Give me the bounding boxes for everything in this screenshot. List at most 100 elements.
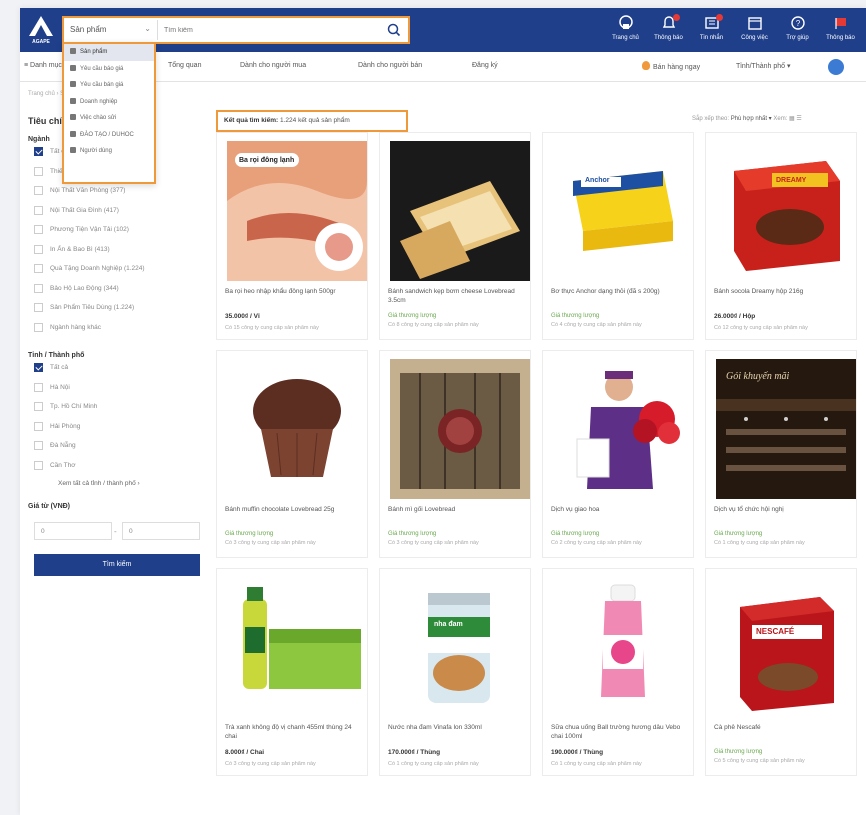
- product-image[interactable]: nha đam: [390, 577, 530, 717]
- product-card[interactable]: Ba rọi đông lạnh Ba rọi heo nhập khẩu đôn…: [216, 132, 368, 340]
- product-image[interactable]: [390, 141, 530, 281]
- product-card[interactable]: Dịch vụ giao hoa Giá thương lượng Có 2 côn…: [542, 350, 694, 558]
- top-icon-messages[interactable]: Tin nhắn: [690, 14, 733, 48]
- industry-option[interactable]: Nội Thất Gia Đình (417): [28, 202, 208, 222]
- product-image[interactable]: [227, 577, 367, 717]
- product-card[interactable]: Bánh muffin chocolate Lovebread 25g Giá t…: [216, 350, 368, 558]
- product-name[interactable]: Cà phê Nescafé: [714, 723, 852, 732]
- product-card[interactable]: Sữa chua uống Ball trường hương dâu Vebo…: [542, 568, 694, 776]
- logo[interactable]: AGAPE: [26, 14, 56, 48]
- nav-item-categories[interactable]: ≡ Danh mục: [24, 62, 62, 69]
- dropdown-item-quote-requests[interactable]: Yêu cầu báo giá: [64, 61, 154, 78]
- product-supplier-count: Có 3 công ty cung cấp sản phẩm này: [225, 761, 316, 767]
- product-card[interactable]: NESCAFÉ Cà phê Nescafé Giá thương lượng Có …: [705, 568, 857, 776]
- globe-icon[interactable]: [828, 59, 844, 75]
- top-icon-flag[interactable]: Thông báo: [819, 14, 862, 48]
- search-category-select[interactable]: Sản phẩm ⌄: [66, 20, 158, 40]
- checkbox[interactable]: [34, 186, 43, 195]
- product-name[interactable]: Bơ thực Anchor dạng thỏi (đã s 200g): [551, 287, 689, 296]
- checkbox[interactable]: [34, 363, 43, 372]
- product-name[interactable]: Dịch vụ giao hoa: [551, 505, 689, 514]
- checkbox[interactable]: [34, 421, 43, 431]
- product-name[interactable]: Nước nha đam Vinafa lon 330ml: [388, 723, 526, 732]
- checkbox[interactable]: [34, 147, 43, 156]
- industry-option[interactable]: Sản Phẩm Tiêu Dùng (1.224): [28, 299, 208, 319]
- product-card[interactable]: Anchor Bơ thực Anchor dạng thỏi (đã s 200…: [542, 132, 694, 340]
- checkbox[interactable]: [34, 441, 43, 450]
- search-input[interactable]: [164, 20, 374, 40]
- industry-option[interactable]: Bảo Hộ Lao Động (344): [28, 280, 208, 300]
- search-button[interactable]: [384, 20, 404, 40]
- price-from-input[interactable]: 0: [34, 522, 112, 540]
- checkbox[interactable]: [34, 382, 43, 392]
- nav-item-buyers[interactable]: Dành cho người mua: [240, 62, 306, 69]
- product-name[interactable]: Dịch vụ tổ chức hội nghị: [714, 505, 852, 514]
- more-cities-link[interactable]: Xem tất cả tỉnh / thành phố ›: [28, 480, 208, 487]
- product-card[interactable]: DREAMY Bánh socola Dreamy hộp 216g 26.000₫…: [705, 132, 857, 340]
- checkbox[interactable]: [34, 303, 43, 312]
- checkbox[interactable]: [34, 225, 43, 234]
- product-name[interactable]: Bánh mì gối Lovebread: [388, 505, 526, 514]
- product-image[interactable]: Anchor: [553, 141, 693, 281]
- product-image[interactable]: Ba rọi đông lạnh: [227, 141, 367, 281]
- product-image[interactable]: [553, 359, 693, 499]
- dropdown-item-sell-requests[interactable]: Yêu cầu bán giá: [64, 77, 154, 94]
- industry-option[interactable]: Nội Thất Văn Phòng (377): [28, 182, 208, 202]
- list-view-icon[interactable]: ☰: [796, 116, 801, 122]
- nav-item-overview[interactable]: Tổng quan: [168, 62, 201, 69]
- industry-option[interactable]: Ngành hàng khác: [28, 319, 208, 339]
- dropdown-item-training[interactable]: ĐÀO TẠO / DUHOC: [64, 127, 154, 144]
- industry-option[interactable]: Quà Tặng Doanh Nghiệp (1.224): [28, 260, 208, 280]
- top-icon-home[interactable]: Trang chủ: [604, 14, 647, 48]
- sell-now-link[interactable]: Bán hàng ngay: [642, 61, 722, 74]
- top-icon-notifications[interactable]: Thông báo: [647, 14, 690, 48]
- filter-search-button[interactable]: Tìm kiếm: [34, 554, 200, 576]
- top-icon-work[interactable]: Công việc: [733, 14, 776, 48]
- nav-item-register[interactable]: Đăng ký: [472, 62, 498, 69]
- checkbox[interactable]: [34, 205, 43, 215]
- checkbox[interactable]: [34, 244, 43, 254]
- product-image[interactable]: Gói khuyến mãi: [716, 359, 856, 499]
- top-icon-help[interactable]: ? Trợ giúp: [776, 14, 819, 48]
- product-image[interactable]: [390, 359, 530, 499]
- product-name[interactable]: Bánh muffin chocolate Lovebread 25g: [225, 505, 363, 514]
- sell-icon: [70, 81, 76, 87]
- industry-option[interactable]: Phương Tiện Vận Tải (102): [28, 221, 208, 241]
- product-name[interactable]: Trà xanh không độ vị chanh 455ml thùng 2…: [225, 723, 363, 741]
- city-option[interactable]: Hải Phòng: [28, 418, 208, 438]
- product-image[interactable]: [227, 359, 367, 499]
- nav-item-sellers[interactable]: Dành cho người bán: [358, 62, 422, 69]
- checkbox[interactable]: [34, 402, 43, 411]
- product-name[interactable]: Ba rọi heo nhập khẩu đông lạnh 500gr: [225, 287, 363, 296]
- checkbox[interactable]: [34, 322, 43, 332]
- product-card[interactable]: nha đam Nước nha đam Vinafa lon 330ml 170.…: [379, 568, 531, 776]
- dropdown-item-jobs[interactable]: Việc chào sửi: [64, 110, 154, 127]
- product-card[interactable]: Gói khuyến mãi Dịch vụ tổ chức hội nghị Gi…: [705, 350, 857, 558]
- city-option[interactable]: Tp. Hồ Chí Minh: [28, 398, 208, 418]
- industry-option[interactable]: In Ấn & Bao Bì (413): [28, 241, 208, 261]
- city-selector[interactable]: Tỉnh/Thành phố ▾: [736, 62, 791, 70]
- city-option[interactable]: Đà Nẵng: [28, 437, 208, 457]
- city-option[interactable]: Cần Thơ: [28, 457, 208, 477]
- checkbox[interactable]: [34, 166, 43, 176]
- dropdown-item-companies[interactable]: Doanh nghiệp: [64, 94, 154, 111]
- product-image[interactable]: DREAMY: [716, 141, 856, 281]
- city-option[interactable]: Hà Nội: [28, 379, 208, 399]
- checkbox[interactable]: [34, 264, 43, 273]
- checkbox[interactable]: [34, 283, 43, 293]
- price-to-input[interactable]: 0: [122, 522, 200, 540]
- checkbox[interactable]: [34, 460, 43, 470]
- dropdown-item-users[interactable]: Người dùng: [64, 143, 154, 160]
- product-image[interactable]: NESCAFÉ: [716, 577, 856, 717]
- dropdown-item-products[interactable]: Sản phẩm: [64, 44, 154, 61]
- sort-select[interactable]: Phù hợp nhất ▾: [731, 116, 772, 122]
- product-card[interactable]: Trà xanh không độ vị chanh 455ml thùng 2…: [216, 568, 368, 776]
- product-name[interactable]: Sữa chua uống Ball trường hương dâu Vebo…: [551, 723, 689, 741]
- product-name[interactable]: Bánh socola Dreamy hộp 216g: [714, 287, 852, 296]
- product-card[interactable]: Bánh mì gối Lovebread Giá thương lượng Có …: [379, 350, 531, 558]
- product-card[interactable]: Bánh sandwich kẹp bơm cheese Lovebread 3…: [379, 132, 531, 340]
- city-option[interactable]: Tất cả: [28, 359, 208, 379]
- product-image[interactable]: [553, 577, 693, 717]
- grid-view-icon[interactable]: ▦: [789, 116, 795, 122]
- product-name[interactable]: Bánh sandwich kẹp bơm cheese Lovebread 3…: [388, 287, 526, 305]
